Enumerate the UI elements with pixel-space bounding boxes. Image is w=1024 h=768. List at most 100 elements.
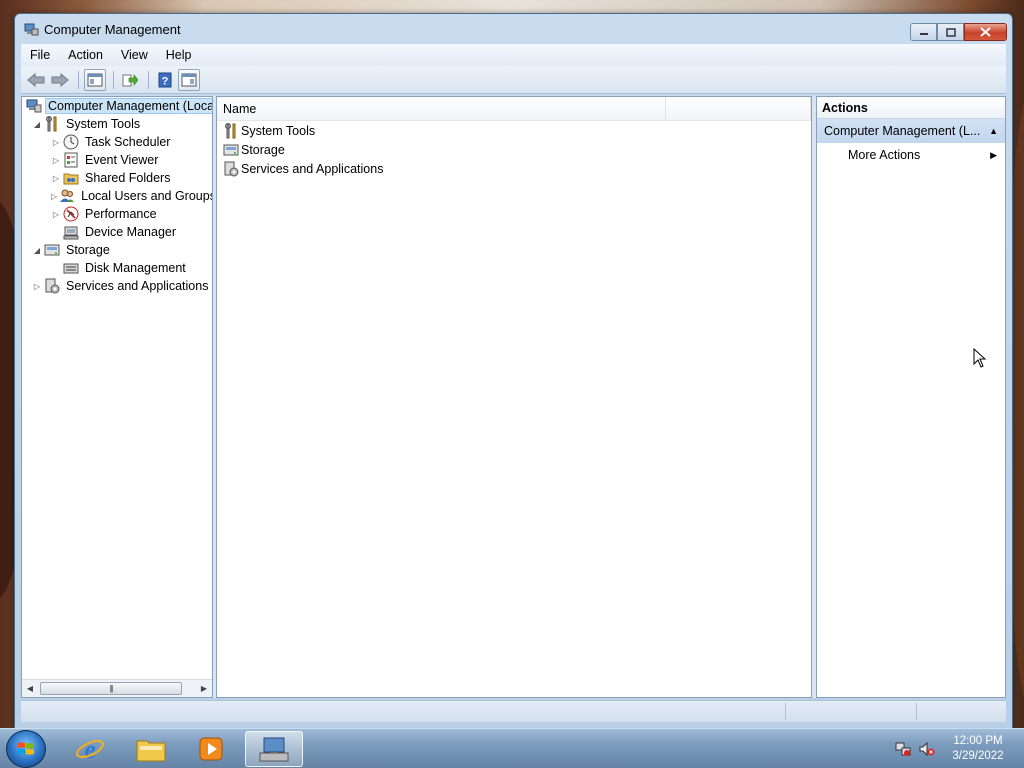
console-tree-pane: Computer Management (Local ◢ System Tool… (21, 96, 213, 698)
expand-arrow-icon[interactable]: ▷ (51, 138, 61, 147)
disk-management-icon (63, 263, 79, 274)
collapse-up-icon[interactable]: ▲ (989, 126, 998, 136)
list-item[interactable]: System Tools (217, 121, 811, 140)
results-pane: Name System Tools Storage Services and A… (216, 96, 812, 698)
taskbar: e 12:00 PM 3/29/2022 (0, 728, 1024, 768)
toolbar-separator (78, 70, 79, 89)
submenu-arrow-icon: ▶ (990, 149, 997, 160)
expand-arrow-icon[interactable]: ▷ (51, 210, 61, 219)
tree-label: Local Users and Groups (81, 189, 212, 203)
menu-file[interactable]: File (21, 48, 59, 62)
tree-horizontal-scrollbar[interactable]: ◀ ||| ▶ (22, 679, 212, 697)
device-manager-icon (63, 226, 79, 240)
collapse-arrow-icon[interactable]: ◢ (32, 246, 42, 255)
collapse-arrow-icon[interactable]: ◢ (32, 120, 42, 129)
system-tools-icon (46, 116, 57, 132)
maximize-icon (945, 27, 956, 37)
tree-label: Computer Management (Local (45, 98, 212, 114)
taskbar-windows-explorer[interactable] (122, 731, 180, 767)
menu-bar: File Action View Help (21, 44, 1006, 66)
system-tools-icon (225, 122, 236, 138)
more-actions-item[interactable]: More Actions ▶ (817, 143, 1005, 167)
column-header-name[interactable]: Name (217, 97, 667, 120)
show-hide-console-tree-icon (87, 73, 103, 86)
scroll-right-icon[interactable]: ▶ (196, 684, 212, 693)
toolbar-separator (113, 70, 114, 89)
status-cell (785, 703, 786, 720)
windows-logo-icon (18, 742, 34, 755)
storage-icon (44, 244, 60, 256)
console-tree: Computer Management (Local ◢ System Tool… (22, 97, 212, 679)
tree-item-system-tools[interactable]: ◢ System Tools (22, 115, 212, 133)
computer-management-window: Computer Management File Action View Hel… (14, 13, 1013, 729)
expand-arrow-icon[interactable]: ▷ (51, 156, 61, 165)
title-bar[interactable]: Computer Management (15, 14, 1012, 44)
expand-arrow-icon[interactable]: ▷ (51, 192, 57, 201)
tree-item-device-manager[interactable]: Device Manager (22, 223, 212, 241)
help-button[interactable]: ? (154, 69, 176, 91)
taskbar-internet-explorer[interactable]: e (61, 731, 119, 767)
back-icon (27, 72, 45, 87)
tree-item-event-viewer[interactable]: ▷ Event Viewer (22, 151, 212, 169)
export-list-button[interactable] (119, 69, 141, 91)
actions-header: Actions (817, 97, 1005, 119)
tree-item-task-scheduler[interactable]: ▷ Task Scheduler (22, 133, 212, 151)
maximize-button[interactable] (937, 23, 964, 41)
tree-label: Event Viewer (85, 153, 159, 167)
menu-action[interactable]: Action (59, 48, 112, 62)
tree-item-computer-management[interactable]: Computer Management (Local (22, 97, 212, 115)
tree-item-performance[interactable]: ▷ Performance (22, 205, 212, 223)
expand-arrow-icon[interactable]: ▷ (32, 282, 42, 291)
volume-muted-icon[interactable] (918, 740, 936, 758)
show-hide-action-pane-icon (181, 73, 197, 86)
caption-buttons (910, 23, 1007, 41)
tree-item-services-and-applications[interactable]: ▷ Services and Applications (22, 277, 212, 295)
storage-icon (223, 144, 239, 155)
menu-view[interactable]: View (112, 48, 157, 62)
tree-item-storage[interactable]: ◢ Storage (22, 241, 212, 259)
tree-label: Task Scheduler (85, 135, 171, 149)
tree-item-local-users-and-groups[interactable]: ▷ Local Users and Groups (22, 187, 212, 205)
tree-label: Performance (85, 207, 157, 221)
tree-label: System Tools (66, 117, 141, 131)
clock-time: 12:00 PM (953, 735, 1003, 747)
window-title: Computer Management (44, 21, 181, 37)
close-icon (980, 27, 991, 37)
taskbar-computer-management[interactable] (245, 731, 303, 767)
windows-explorer-icon (136, 740, 166, 762)
actions-section-label: Computer Management (L... (824, 124, 981, 138)
start-button[interactable] (6, 730, 46, 768)
taskbar-media-player[interactable] (182, 731, 240, 767)
performance-icon (63, 206, 79, 222)
minimize-button[interactable] (910, 23, 937, 41)
media-player-icon (199, 737, 223, 761)
list-item[interactable]: Services and Applications (217, 159, 811, 178)
system-clock[interactable]: 12:00 PM 3/29/2022 (942, 734, 1014, 764)
back-button[interactable] (25, 69, 47, 91)
help-icon: ? (158, 72, 172, 87)
list-item[interactable]: Storage (217, 140, 811, 159)
expand-arrow-icon[interactable]: ▷ (51, 174, 61, 183)
toolbar: ? (21, 66, 1006, 94)
actions-section-computer-management[interactable]: Computer Management (L... ▲ (817, 119, 1005, 143)
tree-item-disk-management[interactable]: Disk Management (22, 259, 212, 277)
close-button[interactable] (964, 23, 1007, 41)
event-viewer-icon (64, 152, 78, 168)
column-header-empty[interactable] (666, 97, 811, 120)
tree-label: Device Manager (85, 225, 177, 239)
tree-item-shared-folders[interactable]: ▷ Shared Folders (22, 169, 212, 187)
tree-label: Storage (66, 243, 110, 257)
scroll-left-icon[interactable]: ◀ (22, 684, 38, 693)
services-icon (224, 161, 239, 176)
services-icon (45, 278, 60, 294)
show-hide-action-pane-button[interactable] (178, 68, 200, 91)
users-icon (60, 189, 75, 202)
show-hide-console-tree-button[interactable] (84, 68, 106, 91)
toolbar-separator (148, 70, 149, 89)
forward-button[interactable] (49, 69, 71, 91)
computer-management-icon (259, 737, 289, 762)
network-icon[interactable] (894, 740, 912, 758)
scroll-thumb[interactable]: ||| (40, 682, 182, 695)
menu-help[interactable]: Help (157, 48, 201, 62)
more-actions-label: More Actions (848, 148, 921, 162)
